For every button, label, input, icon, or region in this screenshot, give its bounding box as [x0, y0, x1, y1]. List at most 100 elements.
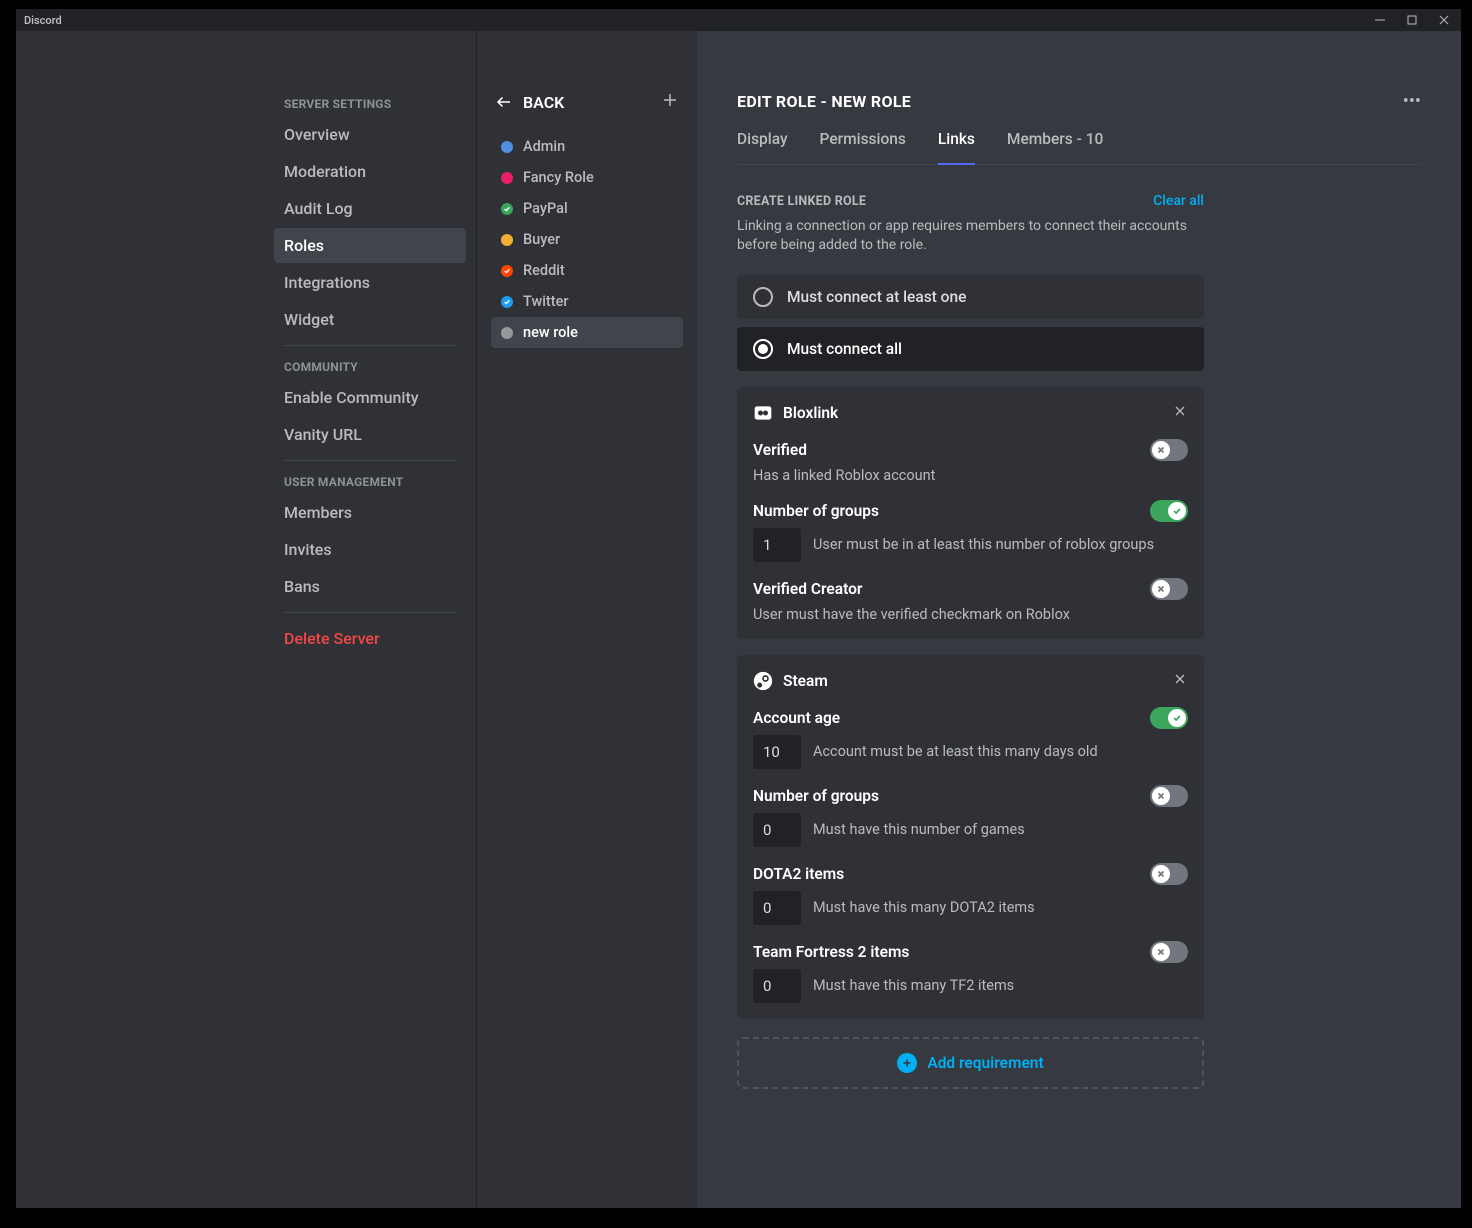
add-role-button[interactable] — [661, 91, 679, 113]
requirement-number-input[interactable] — [753, 891, 801, 925]
requirement-name: Account age — [753, 709, 840, 727]
links-panel: CREATE LINKED ROLE Clear all Linking a c… — [737, 193, 1204, 1089]
sidebar-item-audit-log[interactable]: Audit Log — [274, 191, 466, 226]
role-color-dot — [501, 296, 513, 308]
requirement-name: Verified Creator — [753, 580, 862, 598]
role-item[interactable]: Twitter — [491, 286, 683, 317]
requirement-name: DOTA2 items — [753, 865, 844, 883]
plus-circle-icon — [897, 1053, 917, 1073]
requirement-row: Number of groupsUser must be in at least… — [753, 500, 1188, 562]
requirement-input-description: User must be in at least this number of … — [813, 536, 1154, 553]
clear-all-button[interactable]: Clear all — [1153, 193, 1204, 209]
requirement-number-input[interactable] — [753, 528, 801, 562]
toggle[interactable] — [1150, 863, 1188, 885]
titlebar-buttons — [1367, 10, 1457, 30]
toggle[interactable] — [1150, 707, 1188, 729]
role-color-dot — [501, 172, 513, 184]
titlebar: Discord — [16, 9, 1461, 31]
role-item[interactable]: Reddit — [491, 255, 683, 286]
role-color-dot — [501, 203, 513, 215]
sidebar-item-widget[interactable]: Widget — [274, 302, 466, 337]
sidebar-section-title: USER MANAGEMENT — [274, 469, 466, 495]
requirement-number-input[interactable] — [753, 735, 801, 769]
divider — [284, 345, 456, 346]
role-name: new role — [523, 324, 578, 341]
role-item[interactable]: Admin — [491, 131, 683, 162]
role-name: PayPal — [523, 200, 568, 217]
toggle[interactable] — [1150, 500, 1188, 522]
tab-permissions[interactable]: Permissions — [820, 130, 906, 164]
requirement-number-input[interactable] — [753, 969, 801, 1003]
connect-mode-radio[interactable]: Must connect at least one — [737, 275, 1204, 319]
role-editor: ESC EDIT ROLE - NEW ROLE ••• DisplayPerm… — [697, 31, 1461, 1208]
back-label: BACK — [523, 93, 564, 112]
role-name: Buyer — [523, 231, 560, 248]
section-title: CREATE LINKED ROLE — [737, 194, 866, 209]
radio-icon — [753, 287, 773, 307]
sidebar-item-delete-server[interactable]: Delete Server — [274, 621, 466, 656]
sidebar-item-bans[interactable]: Bans — [274, 569, 466, 604]
role-name: Twitter — [523, 293, 568, 310]
minimize-button[interactable] — [1367, 10, 1393, 30]
sidebar-section-title: SERVER SETTINGS — [274, 91, 466, 117]
tab-members[interactable]: Members - 10 — [1007, 130, 1103, 164]
page-title: EDIT ROLE - NEW ROLE — [737, 92, 911, 111]
remove-card-button[interactable] — [1172, 671, 1188, 691]
role-item[interactable]: Buyer — [491, 224, 683, 255]
app-header: Steam — [753, 671, 828, 691]
titlebar-app-name: Discord — [24, 14, 62, 27]
add-requirement-label: Add requirement — [927, 1054, 1043, 1072]
requirement-name: Number of groups — [753, 787, 879, 805]
sidebar-item-roles[interactable]: Roles — [274, 228, 466, 263]
sidebar-item-vanity-url[interactable]: Vanity URL — [274, 417, 466, 452]
requirement-row: Verified Has a linked Roblox account — [753, 439, 1188, 484]
sidebar-item-integrations[interactable]: Integrations — [274, 265, 466, 300]
requirement-row: Verified Creator User must have the verif… — [753, 578, 1188, 623]
requirement-number-input[interactable] — [753, 813, 801, 847]
requirement-description: Has a linked Roblox account — [753, 467, 1188, 484]
tab-links[interactable]: Links — [938, 130, 975, 164]
sidebar-item-members[interactable]: Members — [274, 495, 466, 530]
toggle[interactable] — [1150, 785, 1188, 807]
sidebar-item-enable-community[interactable]: Enable Community — [274, 380, 466, 415]
sidebar-item-moderation[interactable]: Moderation — [274, 154, 466, 189]
toggle[interactable] — [1150, 578, 1188, 600]
requirement-row: Account age Account must be at least this… — [753, 707, 1188, 769]
role-item[interactable]: Fancy Role — [491, 162, 683, 193]
divider — [284, 460, 456, 461]
close-button[interactable] — [1431, 10, 1457, 30]
role-item[interactable]: new role — [491, 317, 683, 348]
role-name: Reddit — [523, 262, 565, 279]
steam-icon — [753, 671, 773, 691]
connect-mode-radio[interactable]: Must connect all — [737, 327, 1204, 371]
role-color-dot — [501, 141, 513, 153]
back-button[interactable]: BACK — [495, 93, 564, 112]
app-header: Bloxlink — [753, 403, 838, 423]
close-icon — [1172, 671, 1188, 687]
app-name: Steam — [783, 672, 828, 690]
role-item[interactable]: PayPal — [491, 193, 683, 224]
sidebar-item-invites[interactable]: Invites — [274, 532, 466, 567]
app-name: Bloxlink — [783, 404, 838, 422]
requirement-description: User must have the verified checkmark on… — [753, 606, 1188, 623]
requirement-row: DOTA2 itemsMust have this many DOTA2 ite… — [753, 863, 1188, 925]
requirement-name: Verified — [753, 441, 807, 459]
toggle[interactable] — [1150, 439, 1188, 461]
radio-label: Must connect all — [787, 340, 902, 358]
content-area: SERVER SETTINGSOverviewModerationAudit L… — [16, 31, 1461, 1208]
requirement-input-description: Account must be at least this many days … — [813, 743, 1098, 760]
sidebar-item-overview[interactable]: Overview — [274, 117, 466, 152]
requirement-input-description: Must have this many TF2 items — [813, 977, 1014, 994]
bloxlink-icon — [753, 403, 773, 423]
app-window: Discord SERVER SETTINGSOverviewModeratio… — [16, 9, 1461, 1208]
arrow-left-icon — [495, 93, 513, 111]
radio-icon — [753, 339, 773, 359]
maximize-button[interactable] — [1399, 10, 1425, 30]
add-requirement-button[interactable]: Add requirement — [737, 1037, 1204, 1089]
remove-card-button[interactable] — [1172, 403, 1188, 423]
toggle[interactable] — [1150, 941, 1188, 963]
more-options-button[interactable]: ••• — [1403, 91, 1421, 112]
tab-display[interactable]: Display — [737, 130, 788, 164]
role-color-dot — [501, 234, 513, 246]
role-color-dot — [501, 265, 513, 277]
